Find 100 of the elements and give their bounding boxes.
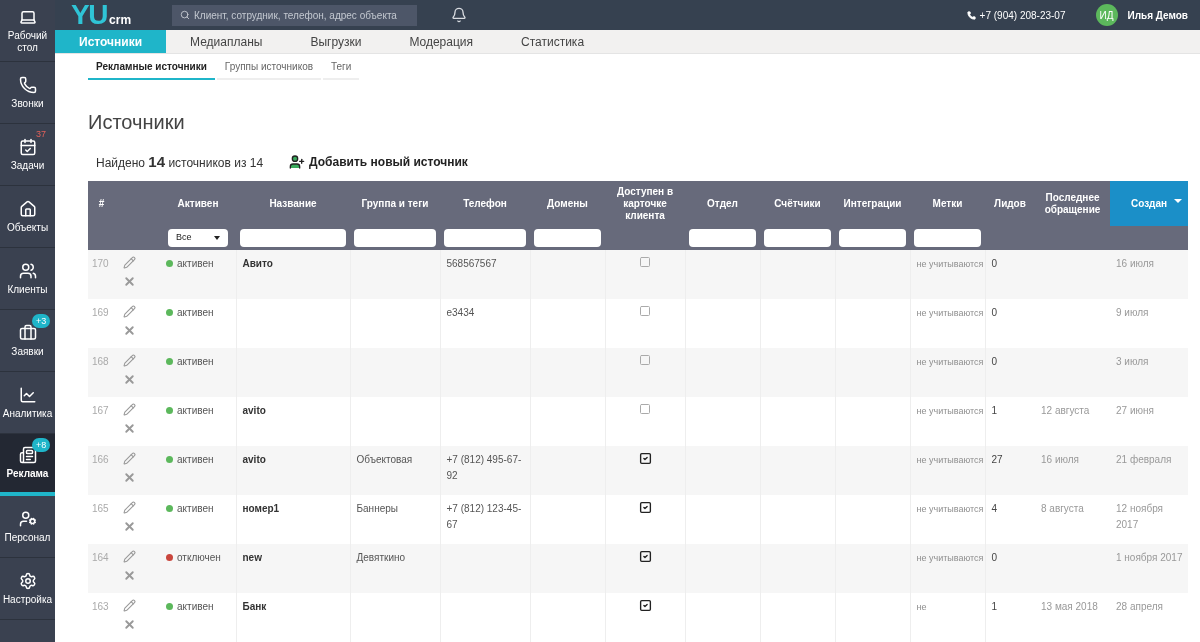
column-header[interactable]: Телефон bbox=[440, 181, 530, 226]
group-text: Девяткино bbox=[356, 552, 406, 563]
status-text: активен bbox=[177, 306, 214, 320]
row-number: 167 bbox=[88, 397, 115, 446]
status-text: активен bbox=[177, 404, 214, 418]
checkbox[interactable] bbox=[639, 403, 651, 415]
user-plus-icon bbox=[289, 154, 306, 170]
search-field[interactable]: Клиент, сотрудник, телефон, адрес объекта bbox=[172, 4, 417, 26]
checkbox[interactable] bbox=[638, 550, 652, 563]
column-header[interactable]: Группа и теги bbox=[350, 181, 440, 226]
checkbox[interactable] bbox=[638, 599, 652, 612]
phone-icon bbox=[966, 10, 976, 20]
marks-text: не bbox=[916, 602, 927, 612]
count-badge: +8 bbox=[32, 438, 51, 452]
source-name: Банк bbox=[242, 601, 267, 612]
delete-icon[interactable] bbox=[123, 520, 136, 533]
filter-input[interactable] bbox=[764, 229, 831, 247]
column-header[interactable]: Последнее обращение bbox=[1035, 181, 1110, 226]
edit-icon[interactable] bbox=[123, 354, 136, 367]
checkbox[interactable] bbox=[638, 501, 652, 514]
column-header[interactable]: Счётчики bbox=[760, 181, 835, 226]
column-header[interactable]: Лидов bbox=[985, 181, 1035, 226]
leads-count: 0 bbox=[991, 258, 998, 269]
filter-input[interactable] bbox=[444, 229, 526, 247]
checkbox[interactable] bbox=[639, 305, 651, 317]
sidebar-item[interactable]: Реклама +8 bbox=[0, 434, 55, 496]
subtab[interactable]: Рекламные источники bbox=[88, 54, 215, 80]
tab[interactable]: Модерация bbox=[385, 30, 498, 54]
created-date: 27 июня bbox=[1116, 405, 1154, 416]
tab[interactable]: Статистика bbox=[497, 30, 609, 54]
column-header[interactable]: Метки bbox=[910, 181, 985, 226]
delete-icon[interactable] bbox=[123, 324, 136, 337]
row-number: 164 bbox=[88, 544, 115, 593]
marks-text: не учитываются bbox=[916, 308, 984, 318]
settings-icon bbox=[18, 571, 37, 590]
logo[interactable]: YUcrm bbox=[71, 1, 171, 30]
last-contact-date: 16 июля bbox=[1041, 454, 1080, 465]
column-header[interactable]: Доступен в карточке клиента bbox=[605, 181, 685, 226]
delete-icon[interactable] bbox=[123, 569, 136, 582]
subtab[interactable]: Группы источников bbox=[216, 54, 321, 80]
leads-count: 27 bbox=[991, 454, 1003, 465]
subtab[interactable]: Теги bbox=[323, 54, 360, 80]
add-source-button[interactable]: Добавить новый источник bbox=[289, 153, 468, 171]
calendar-check-icon bbox=[18, 137, 37, 156]
user-name[interactable]: Илья Демов bbox=[1127, 7, 1188, 23]
column-header[interactable]: Название bbox=[236, 181, 350, 226]
users-icon bbox=[18, 261, 37, 280]
checkbox[interactable] bbox=[638, 452, 652, 465]
row-number: 170 bbox=[88, 250, 115, 299]
filter-input[interactable] bbox=[240, 229, 346, 247]
filter-input[interactable] bbox=[354, 229, 436, 247]
column-header[interactable]: # bbox=[88, 181, 115, 226]
edit-icon[interactable] bbox=[123, 256, 136, 269]
edit-icon[interactable] bbox=[123, 452, 136, 465]
source-name: avito bbox=[242, 405, 266, 416]
edit-icon[interactable] bbox=[123, 550, 136, 563]
status-text: отключен bbox=[177, 551, 221, 565]
filter-input[interactable] bbox=[839, 229, 906, 247]
leads-count: 0 bbox=[991, 552, 998, 563]
delete-icon[interactable] bbox=[123, 422, 136, 435]
last-contact-date: 13 мая 2018 bbox=[1041, 601, 1098, 612]
edit-icon[interactable] bbox=[123, 599, 136, 612]
filter-input[interactable] bbox=[914, 229, 981, 247]
bell-icon[interactable] bbox=[451, 7, 467, 24]
delete-icon[interactable] bbox=[123, 373, 136, 386]
edit-icon[interactable] bbox=[123, 403, 136, 416]
created-date: 21 февраля bbox=[1116, 454, 1172, 465]
edit-icon[interactable] bbox=[123, 305, 136, 318]
column-header[interactable]: Отдел bbox=[685, 181, 760, 226]
tab[interactable]: Выгрузки bbox=[286, 30, 386, 54]
house-icon bbox=[18, 199, 37, 218]
marks-text: не учитываются bbox=[916, 406, 984, 416]
phone-icon bbox=[18, 75, 37, 94]
page-title: Источники bbox=[88, 110, 186, 135]
filter-input[interactable] bbox=[689, 229, 756, 247]
line-chart-icon bbox=[18, 385, 37, 404]
checkbox[interactable] bbox=[639, 256, 651, 268]
column-header[interactable]: Домены bbox=[530, 181, 605, 226]
checkbox[interactable] bbox=[639, 354, 651, 366]
last-contact-date: 12 августа bbox=[1041, 405, 1090, 416]
row-number: 165 bbox=[88, 495, 115, 544]
status-text: активен bbox=[177, 600, 214, 614]
filter-select[interactable]: Все bbox=[168, 229, 228, 247]
delete-icon[interactable] bbox=[123, 618, 136, 631]
delete-icon[interactable] bbox=[123, 471, 136, 484]
group-text: Объектовая bbox=[356, 454, 413, 465]
column-header[interactable]: Создан bbox=[1110, 181, 1188, 226]
phone-text: +7 (812) 495-67-92 bbox=[446, 454, 522, 481]
filter-input[interactable] bbox=[534, 229, 601, 247]
delete-icon[interactable] bbox=[123, 275, 136, 288]
source-name: номер1 bbox=[242, 503, 280, 514]
leads-count: 4 bbox=[991, 503, 998, 514]
source-name: new bbox=[242, 552, 262, 563]
marks-text: не учитываются bbox=[916, 455, 984, 465]
tab[interactable]: Медиапланы bbox=[166, 30, 287, 54]
status-text: активен bbox=[177, 257, 214, 271]
marks-text: не учитываются bbox=[916, 504, 984, 514]
column-header[interactable]: Интеграции bbox=[835, 181, 910, 226]
column-header[interactable]: Активен bbox=[160, 181, 236, 226]
edit-icon[interactable] bbox=[123, 501, 136, 514]
